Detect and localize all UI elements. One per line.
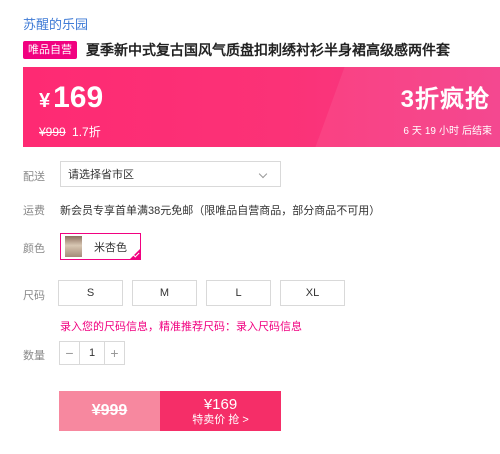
flash-sale-title: 3折疯抢 <box>400 86 490 113</box>
color-option-label: 米杏色 <box>94 241 127 254</box>
size-tip: 录入您的尺码信息，精准推荐尺码：录入尺码信息 <box>60 318 302 334</box>
countdown-days: 6 <box>403 126 409 137</box>
size-entry-link[interactable]: 录入尺码信息 <box>236 321 302 333</box>
quantity-minus-button[interactable]: − <box>60 342 79 364</box>
countdown-suffix: 后结束 <box>462 126 492 137</box>
store-name[interactable]: 苏醒的乐园 <box>23 14 88 33</box>
quantity-label: 数量 <box>23 350 45 362</box>
size-label: 尺码 <box>23 290 45 302</box>
buy-original-price: ¥999 <box>59 391 160 431</box>
size-option-xl[interactable]: XL <box>280 280 345 306</box>
price-sub: ¥999 1.7折 <box>39 123 101 140</box>
size-tip-text: 录入您的尺码信息，精准推荐尺码： <box>60 321 236 333</box>
buy-label: 特卖价 抢 > <box>192 413 249 426</box>
buy-now-button[interactable]: ¥169 特卖价 抢 > <box>160 391 281 431</box>
freight-info: 新会员专享首单满38元免邮（限唯品自营商品，部分商品不可用） <box>60 205 381 217</box>
quantity-value[interactable]: 1 <box>79 342 105 364</box>
original-price: ¥999 <box>39 125 66 139</box>
buy-price: ¥169 <box>203 395 238 413</box>
discount-rate: 1.7折 <box>72 125 101 139</box>
region-select-placeholder: 请选择省市区 <box>68 169 134 181</box>
size-options: S M L XL <box>58 280 345 306</box>
size-option-s[interactable]: S <box>58 280 123 306</box>
freight-label: 运费 <box>23 205 45 217</box>
countdown: 6 天 19 小时 后结束 <box>403 122 492 137</box>
color-label: 颜色 <box>23 243 45 255</box>
countdown-hours: 19 <box>424 126 436 137</box>
delivery-label: 配送 <box>23 171 45 183</box>
title-row: 唯品自营 夏季新中式复古国风气质盘扣刺绣衬衫半身裙高级感两件套 <box>23 40 450 60</box>
currency-symbol: ¥ <box>39 90 51 112</box>
product-title: 夏季新中式复古国风气质盘扣刺绣衬衫半身裙高级感两件套 <box>86 42 450 58</box>
chevron-down-icon <box>258 169 268 179</box>
color-option-selected[interactable]: 米杏色 <box>60 233 141 260</box>
size-option-l[interactable]: L <box>206 280 271 306</box>
countdown-hours-unit: 小时 <box>439 126 459 137</box>
region-select[interactable]: 请选择省市区 <box>60 161 281 187</box>
current-price: ¥ 169 <box>39 81 103 115</box>
countdown-days-unit: 天 <box>411 126 422 137</box>
color-thumbnail <box>65 236 82 257</box>
size-option-m[interactable]: M <box>132 280 197 306</box>
buy-bar[interactable]: ¥999 ¥169 特卖价 抢 > <box>59 391 281 431</box>
quantity-stepper: − 1 + <box>59 341 125 365</box>
quantity-plus-button[interactable]: + <box>105 342 124 364</box>
price-value: 169 <box>53 81 104 114</box>
price-banner: ¥ 169 ¥999 1.7折 3折疯抢 6 天 19 小时 后结束 <box>23 67 500 147</box>
self-operated-badge: 唯品自营 <box>23 41 77 59</box>
